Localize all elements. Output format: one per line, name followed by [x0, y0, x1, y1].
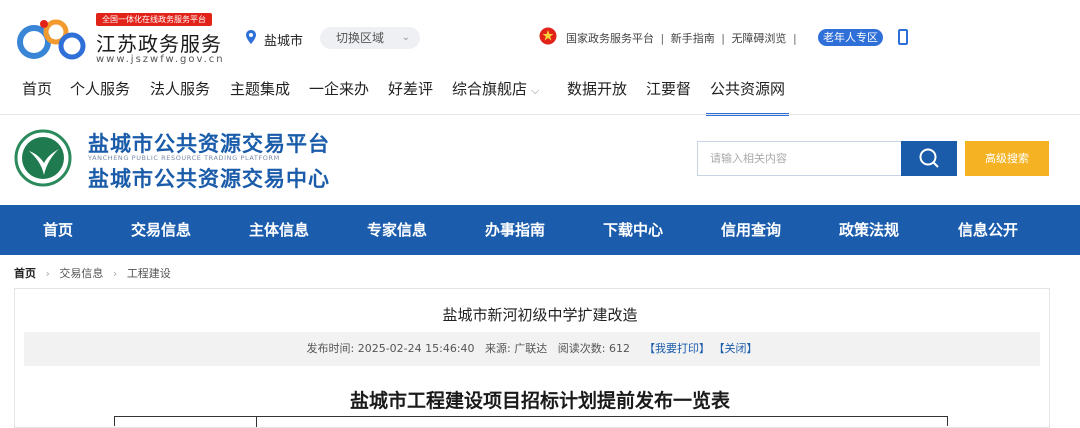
breadcrumb: 首页 › 交易信息 › 工程建设	[14, 265, 171, 281]
nav-expert-info[interactable]: 专家信息	[367, 205, 427, 255]
gov-nav-personal[interactable]: 个人服务	[70, 78, 130, 99]
elder-zone-button[interactable]: 老年人专区	[818, 29, 883, 46]
views-label: 阅读次数:	[557, 342, 606, 355]
nav-subject-info[interactable]: 主体信息	[249, 205, 309, 255]
gov-nav-theme[interactable]: 主题集成	[230, 78, 290, 99]
separator: |	[660, 32, 665, 45]
search-button[interactable]	[901, 141, 957, 176]
print-button[interactable]: 【我要打印】	[644, 342, 710, 355]
table-column-divider	[256, 417, 257, 427]
platform-main-nav: 首页 交易信息 主体信息 专家信息 办事指南 下载中心 信用查询 政策法规 信息…	[0, 205, 1080, 255]
gov-header: 全国一体化在线政务服务平台 江苏政务服务 www.jszwfw.gov.cn 盐…	[0, 0, 1080, 72]
breadcrumb-separator: ›	[45, 267, 50, 280]
switch-area-button[interactable]: 切换区域 ⌄	[320, 27, 420, 49]
gov-nav-flagship[interactable]: 综合旗舰店 ⌵	[452, 78, 539, 99]
nav-disclosure[interactable]: 信息公开	[958, 205, 1018, 255]
nav-trade-info[interactable]: 交易信息	[131, 205, 191, 255]
gov-nav-flagship-label: 综合旗舰店	[452, 80, 528, 98]
breadcrumb-engineering[interactable]: 工程建设	[127, 267, 171, 280]
chevron-down-icon: ⌵	[531, 84, 540, 97]
current-city: 盐城市	[264, 34, 304, 49]
nav-home[interactable]: 首页	[43, 205, 73, 255]
nav-guide[interactable]: 办事指南	[485, 205, 545, 255]
source-label: 来源:	[485, 342, 511, 355]
document-heading: 盐城市工程建设项目招标计划提前发布一览表	[349, 390, 730, 412]
gov-nav-enterprise[interactable]: 一企来办	[309, 78, 369, 99]
views-count: 612	[608, 342, 630, 355]
article-title: 盐城市新河初级中学扩建改造	[442, 306, 638, 324]
national-emblem-icon	[539, 27, 557, 45]
plan-table	[114, 416, 948, 427]
jiangsu-gov-logo[interactable]	[14, 12, 90, 64]
nav-download[interactable]: 下载中心	[603, 205, 663, 255]
platform-logo[interactable]	[14, 129, 72, 187]
mobile-phone-icon[interactable]	[898, 29, 908, 45]
publish-time: 2025-02-24 15:46:40	[357, 342, 475, 355]
close-button[interactable]: 【关闭】	[713, 342, 757, 355]
gov-nav-rating[interactable]: 好差评	[388, 78, 433, 99]
link-national-platform[interactable]: 国家政务服务平台	[566, 32, 654, 45]
search-icon	[919, 148, 939, 168]
chevron-down-icon: ⌄	[401, 32, 410, 43]
separator: |	[721, 32, 725, 45]
divider	[0, 114, 1080, 115]
link-beginner-guide[interactable]: 新手指南	[671, 32, 715, 45]
gov-site-name[interactable]: 江苏政务服务	[96, 28, 222, 57]
gov-nav-public-resource[interactable]: 公共资源网	[705, 78, 790, 116]
advanced-search-button[interactable]: 高级搜索	[965, 141, 1049, 176]
platform-title-en: YANCHENG PUBLIC RESOURCE TRADING PLATFOR…	[88, 154, 280, 162]
top-links: 国家政务服务平台 | 新手指南 | 无障碍浏览 |	[566, 30, 800, 46]
gov-slogan: 全国一体化在线政务服务平台	[96, 13, 212, 26]
breadcrumb-home[interactable]: 首页	[14, 267, 36, 280]
publish-time-label: 发布时间:	[306, 342, 355, 355]
switch-area-label: 切换区域	[336, 31, 385, 45]
article-meta: 发布时间: 2025-02-24 15:46:40 来源: 广联达 阅读次数: …	[24, 332, 1040, 366]
gov-nav-home[interactable]: 首页	[22, 78, 52, 99]
platform-center-title: 盐城市公共资源交易中心	[88, 167, 330, 191]
nav-credit[interactable]: 信用查询	[721, 205, 781, 255]
gov-nav-open-data[interactable]: 数据开放	[567, 78, 627, 99]
link-accessibility[interactable]: 无障碍浏览	[731, 32, 786, 45]
breadcrumb-trade-info[interactable]: 交易信息	[59, 267, 103, 280]
gov-nav-supervision[interactable]: 江要督	[646, 78, 691, 99]
gov-nav-legal-person[interactable]: 法人服务	[150, 78, 210, 99]
source: 广联达	[514, 342, 548, 355]
breadcrumb-separator: ›	[112, 267, 118, 280]
gov-main-nav: 首页 个人服务 法人服务 主题集成 一企来办 好差评 综合旗舰店 ⌵ 数据开放 江…	[0, 74, 1080, 116]
search-input[interactable]	[697, 141, 902, 176]
nav-policy[interactable]: 政策法规	[839, 205, 899, 255]
gov-site-url: www.jszwfw.gov.cn	[96, 54, 225, 65]
location-pin-icon	[246, 30, 256, 44]
separator: |	[792, 32, 797, 45]
